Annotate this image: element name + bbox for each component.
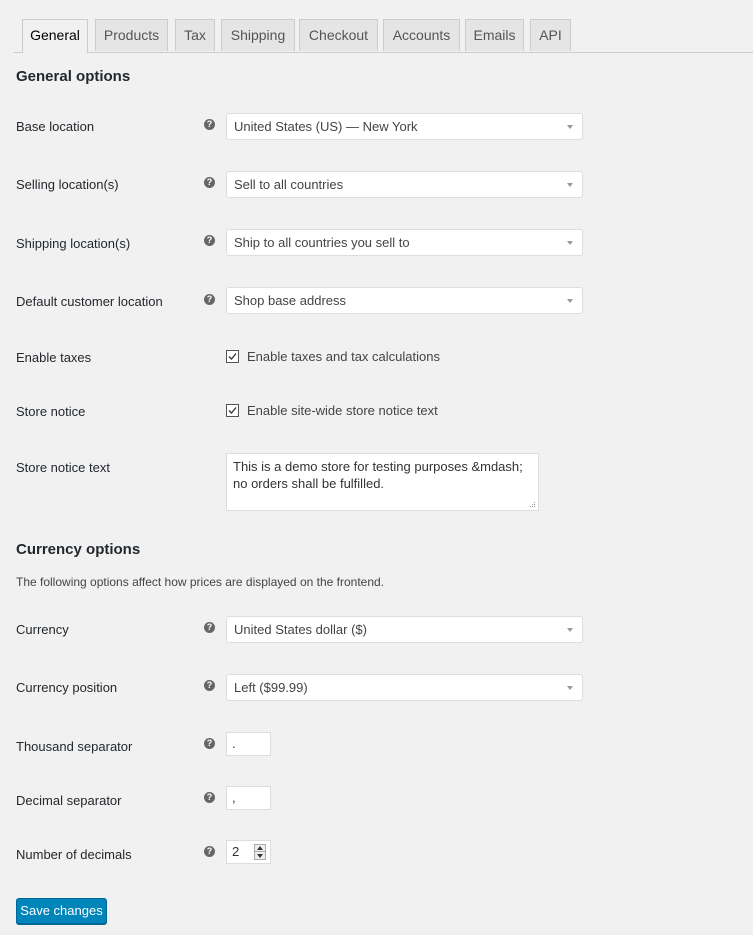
tab-shipping[interactable]: Shipping [221, 19, 295, 51]
save-changes-button[interactable]: Save changes [16, 898, 107, 924]
chevron-down-icon [567, 125, 573, 129]
tab-products[interactable]: Products [95, 19, 168, 51]
chevron-down-icon [567, 628, 573, 632]
store-notice-text-value: This is a demo store for testing purpose… [233, 459, 523, 491]
tab-checkout[interactable]: Checkout [299, 19, 378, 51]
help-icon[interactable]: ? [204, 680, 215, 691]
thousand-separator-input[interactable]: . [226, 732, 271, 756]
tab-api[interactable]: API [530, 19, 571, 51]
decimal-separator-input[interactable]: , [226, 786, 271, 810]
base-location-label: Base location [16, 119, 95, 134]
store-notice-textarea[interactable]: This is a demo store for testing purpose… [226, 453, 539, 511]
chevron-down-icon [567, 686, 573, 690]
help-icon[interactable]: ? [204, 738, 215, 749]
number-of-decimals-input[interactable]: 2 [226, 840, 271, 864]
tab-tax[interactable]: Tax [175, 19, 215, 51]
base-location-value: United States (US) — New York [234, 119, 418, 134]
currency-label: Currency [16, 622, 69, 637]
currency-position-select[interactable]: Left ($99.99) [226, 674, 583, 701]
enable-taxes-checkbox[interactable] [226, 350, 239, 363]
selling-locations-select[interactable]: Sell to all countries [226, 171, 583, 198]
checkmark-icon [228, 353, 237, 360]
tab-general[interactable]: General [22, 19, 88, 53]
help-icon[interactable]: ? [204, 846, 215, 857]
settings-tabs: General Products Tax Shipping Checkout A… [14, 19, 753, 53]
store-notice-text-label: Store notice text [16, 460, 110, 475]
enable-taxes-checkbox-label[interactable]: Enable taxes and tax calculations [247, 349, 440, 364]
chevron-down-icon [567, 183, 573, 187]
shipping-locations-select[interactable]: Ship to all countries you sell to [226, 229, 583, 256]
stepper-up-icon[interactable] [257, 846, 263, 850]
help-icon[interactable]: ? [204, 294, 215, 305]
selling-locations-label: Selling location(s) [16, 177, 119, 192]
store-notice-label: Store notice [16, 404, 86, 419]
enable-taxes-label: Enable taxes [16, 350, 92, 365]
currency-position-label: Currency position [16, 680, 118, 695]
help-icon[interactable]: ? [204, 792, 215, 803]
base-location-select[interactable]: United States (US) — New York [226, 113, 583, 140]
currency-options-description: The following options affect how prices … [16, 575, 385, 589]
currency-select[interactable]: United States dollar ($) [226, 616, 583, 643]
store-notice-checkbox-label[interactable]: Enable site-wide store notice text [247, 403, 438, 418]
help-icon[interactable]: ? [204, 119, 215, 130]
stepper-down-icon[interactable] [257, 854, 263, 858]
help-icon[interactable]: ? [204, 622, 215, 633]
chevron-down-icon [567, 299, 573, 303]
general-options-heading: General options [16, 68, 131, 85]
shipping-locations-label: Shipping location(s) [16, 236, 131, 251]
currency-options-heading: Currency options [16, 541, 141, 558]
help-icon[interactable]: ? [204, 177, 215, 188]
tab-emails[interactable]: Emails [465, 19, 524, 51]
tab-accounts[interactable]: Accounts [383, 19, 460, 51]
number-of-decimals-label: Number of decimals [16, 847, 132, 862]
default-customer-location-select[interactable]: Shop base address [226, 287, 583, 314]
selling-locations-value: Sell to all countries [234, 177, 344, 192]
currency-position-value: Left ($99.99) [234, 680, 308, 695]
decimal-separator-label: Decimal separator [16, 793, 122, 808]
help-icon[interactable]: ? [204, 235, 215, 246]
number-stepper[interactable] [254, 844, 266, 860]
chevron-down-icon [567, 241, 573, 245]
currency-value: United States dollar ($) [234, 622, 367, 637]
number-of-decimals-value: 2 [232, 844, 240, 859]
thousand-separator-label: Thousand separator [16, 739, 133, 754]
store-notice-checkbox[interactable] [226, 404, 239, 417]
checkmark-icon [228, 407, 237, 414]
resize-grip-icon[interactable] [529, 501, 536, 508]
shipping-locations-value: Ship to all countries you sell to [234, 235, 410, 250]
default-customer-location-label: Default customer location [16, 294, 163, 309]
default-customer-location-value: Shop base address [234, 293, 347, 308]
